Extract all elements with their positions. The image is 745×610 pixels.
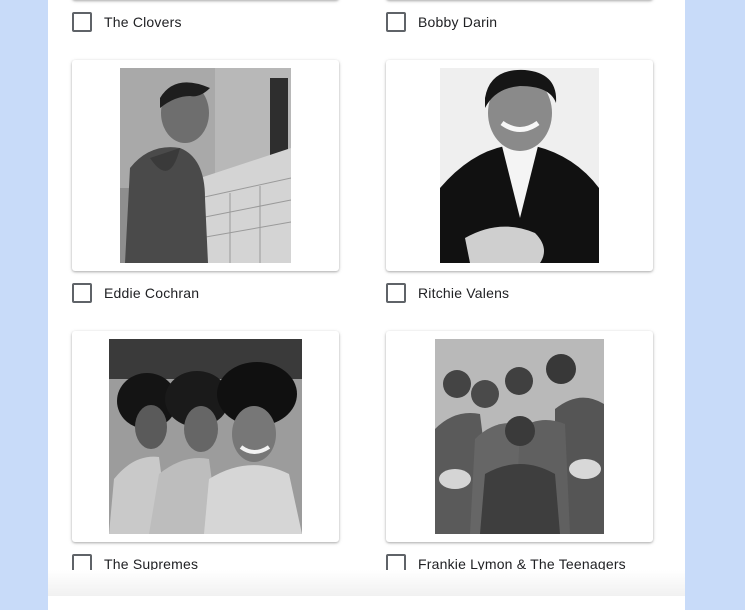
option-bobby-darin[interactable]: Bobby Darin	[386, 10, 497, 34]
option-label: Bobby Darin	[418, 14, 498, 30]
image-card-ritchie-valens	[386, 60, 653, 271]
image-card-eddie-cochran	[72, 60, 339, 271]
image-card-supremes	[72, 331, 339, 542]
photo-ritchie-valens	[440, 68, 599, 263]
bottom-edge	[48, 570, 685, 596]
photo-eddie-cochran	[120, 68, 291, 263]
checkbox[interactable]	[386, 283, 406, 303]
checkbox[interactable]	[72, 283, 92, 303]
image-card-frankie-lymon	[386, 331, 653, 542]
checkbox[interactable]	[386, 12, 406, 32]
option-label: Eddie Cochran	[104, 285, 200, 301]
photo-frankie-lymon	[435, 339, 604, 534]
option-eddie-cochran[interactable]: Eddie Cochran	[72, 281, 199, 305]
option-label: The Clovers	[104, 14, 182, 30]
option-ritchie-valens[interactable]: Ritchie Valens	[386, 281, 509, 305]
photo-supremes	[109, 339, 302, 534]
option-clovers[interactable]: The Clovers	[72, 10, 182, 34]
option-label: Ritchie Valens	[418, 285, 510, 301]
checkbox[interactable]	[72, 12, 92, 32]
